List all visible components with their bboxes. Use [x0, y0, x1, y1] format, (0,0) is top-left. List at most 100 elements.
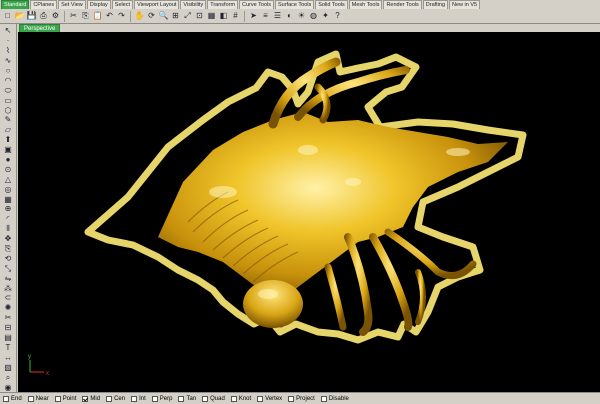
shade-icon[interactable]: ◐ [284, 11, 295, 22]
osnap-int[interactable]: Int [131, 395, 146, 402]
cut-icon[interactable]: ✂ [68, 11, 79, 22]
render-tool-icon[interactable]: ◉ [2, 383, 14, 392]
array-icon[interactable]: ⁂ [2, 284, 14, 293]
zoom-selected-icon[interactable]: ⊡ [194, 11, 205, 22]
tab-new-in-v5[interactable]: New in V5 [449, 0, 481, 9]
tab-display[interactable]: Display [86, 0, 111, 9]
trim-icon[interactable]: ✂ [2, 314, 14, 323]
polygon-icon[interactable]: ⬡ [2, 106, 14, 115]
osnap-knot[interactable]: Knot [230, 395, 251, 402]
osnap-perp[interactable]: Perp [151, 395, 172, 402]
pan-icon[interactable]: ✋ [134, 11, 145, 22]
osnap-vertex[interactable]: Vertex [257, 395, 282, 402]
rectangle-icon[interactable]: ▭ [2, 96, 14, 105]
cylinder-icon[interactable]: ⊙ [2, 165, 14, 174]
freeform-icon[interactable]: ✎ [2, 116, 14, 125]
tab-set-view[interactable]: Set View [58, 0, 86, 9]
circle-icon[interactable]: ○ [2, 67, 14, 76]
move-icon[interactable]: ✥ [2, 235, 14, 244]
osnap-checkbox[interactable] [320, 395, 327, 402]
boolean-icon[interactable]: ⊕ [2, 205, 14, 214]
tab-cplanes[interactable]: CPlanes [30, 0, 58, 9]
material-icon[interactable]: ◍ [308, 11, 319, 22]
join-icon[interactable]: ⊂ [2, 294, 14, 303]
layer-icon[interactable]: ≡ [260, 11, 271, 22]
osnap-checkbox[interactable] [151, 395, 158, 402]
print-icon[interactable]: ⎙ [38, 11, 49, 22]
offset-icon[interactable]: ⫴ [2, 225, 14, 234]
split-icon[interactable]: ⊟ [2, 324, 14, 333]
osnap-near[interactable]: Near [27, 395, 49, 402]
four-views-icon[interactable]: ▦ [206, 11, 217, 22]
new-file-icon[interactable]: □ [2, 11, 13, 22]
select-arrow-icon[interactable]: ↖ [2, 27, 14, 36]
save-icon[interactable]: 💾 [26, 11, 37, 22]
osnap-cen[interactable]: Cen [106, 395, 125, 402]
redo-icon[interactable]: ↷ [116, 11, 127, 22]
surface-icon[interactable]: ▱ [2, 126, 14, 135]
osnap-checkbox[interactable] [230, 395, 237, 402]
polyline-icon[interactable]: ⌇ [2, 47, 14, 56]
osnap-checkbox[interactable] [257, 395, 264, 402]
tab-standard[interactable]: Standard [1, 0, 30, 9]
osnap-checkbox[interactable] [106, 395, 113, 402]
analyze-icon[interactable]: ⌕ [2, 373, 14, 382]
paste-icon[interactable]: 📋 [92, 11, 103, 22]
sphere-icon[interactable]: ● [2, 156, 14, 165]
rotate-icon[interactable]: ⟲ [2, 254, 14, 263]
tab-transform[interactable]: Transform [207, 0, 239, 9]
help-icon[interactable]: ? [332, 11, 343, 22]
mirror-icon[interactable]: ⇋ [2, 274, 14, 283]
cone-icon[interactable]: △ [2, 175, 14, 184]
osnap-mid[interactable]: Mid [82, 395, 100, 402]
zoom-window-icon[interactable]: ⊞ [170, 11, 181, 22]
osnap-checkbox[interactable] [178, 395, 185, 402]
tab-visibility[interactable]: Visibility [180, 0, 207, 9]
tab-select[interactable]: Select [111, 0, 134, 9]
osnap-checkbox[interactable] [54, 395, 61, 402]
grid-icon[interactable]: # [230, 11, 241, 22]
osnap-checkbox[interactable] [82, 395, 89, 402]
osnap-checkbox[interactable] [202, 395, 209, 402]
light-icon[interactable]: ✦ [320, 11, 331, 22]
group-icon[interactable]: ▤ [2, 334, 14, 343]
undo-icon[interactable]: ↶ [104, 11, 115, 22]
osnap-project[interactable]: Project [288, 395, 315, 402]
copy-tool-icon[interactable]: ⎘ [2, 245, 14, 254]
zoom-extents-icon[interactable]: ⤢ [182, 11, 193, 22]
open-icon[interactable]: 📂 [14, 11, 25, 22]
box-icon[interactable]: ▣ [2, 146, 14, 155]
copy-icon[interactable]: ⎘ [80, 11, 91, 22]
osnap-checkbox[interactable] [3, 395, 9, 402]
extrude-icon[interactable]: ⬆ [2, 136, 14, 145]
rotate-view-icon[interactable]: ⟳ [146, 11, 157, 22]
dimension-icon[interactable]: ↔ [2, 353, 14, 362]
point-icon[interactable]: · [2, 37, 14, 46]
osnap-end[interactable]: End [3, 395, 22, 402]
torus-icon[interactable]: ◎ [2, 185, 14, 194]
tab-solid-tools[interactable]: Solid Tools [315, 0, 348, 9]
scale-icon[interactable]: ⤡ [2, 264, 14, 273]
tab-surface-tools[interactable]: Surface Tools [275, 0, 315, 9]
arc-icon[interactable]: ◠ [2, 76, 14, 85]
curve-icon[interactable]: ∿ [2, 57, 14, 66]
explode-icon[interactable]: ✺ [2, 304, 14, 313]
fillet-icon[interactable]: ◜ [2, 215, 14, 224]
set-cplane-icon[interactable]: ◧ [218, 11, 229, 22]
osnap-point[interactable]: Point [54, 395, 76, 402]
osnap-checkbox[interactable] [131, 395, 138, 402]
osnap-quad[interactable]: Quad [202, 395, 225, 402]
properties-icon[interactable]: ⚙ [50, 11, 61, 22]
object-properties-icon[interactable]: ☰ [272, 11, 283, 22]
text-icon[interactable]: T [2, 343, 14, 353]
hatch-icon[interactable]: ▨ [2, 363, 14, 372]
tab-viewport-layout[interactable]: Viewport Layout [134, 0, 180, 9]
osnap-checkbox[interactable] [27, 395, 34, 402]
render-icon[interactable]: ☀ [296, 11, 307, 22]
osnap-disable[interactable]: Disable [320, 395, 349, 402]
osnap-checkbox[interactable] [288, 395, 295, 402]
tab-drafting[interactable]: Drafting [422, 0, 449, 9]
tab-curve-tools[interactable]: Curve Tools [239, 0, 274, 9]
osnap-tan[interactable]: Tan [178, 395, 196, 402]
ellipse-icon[interactable]: ⬭ [2, 86, 14, 95]
